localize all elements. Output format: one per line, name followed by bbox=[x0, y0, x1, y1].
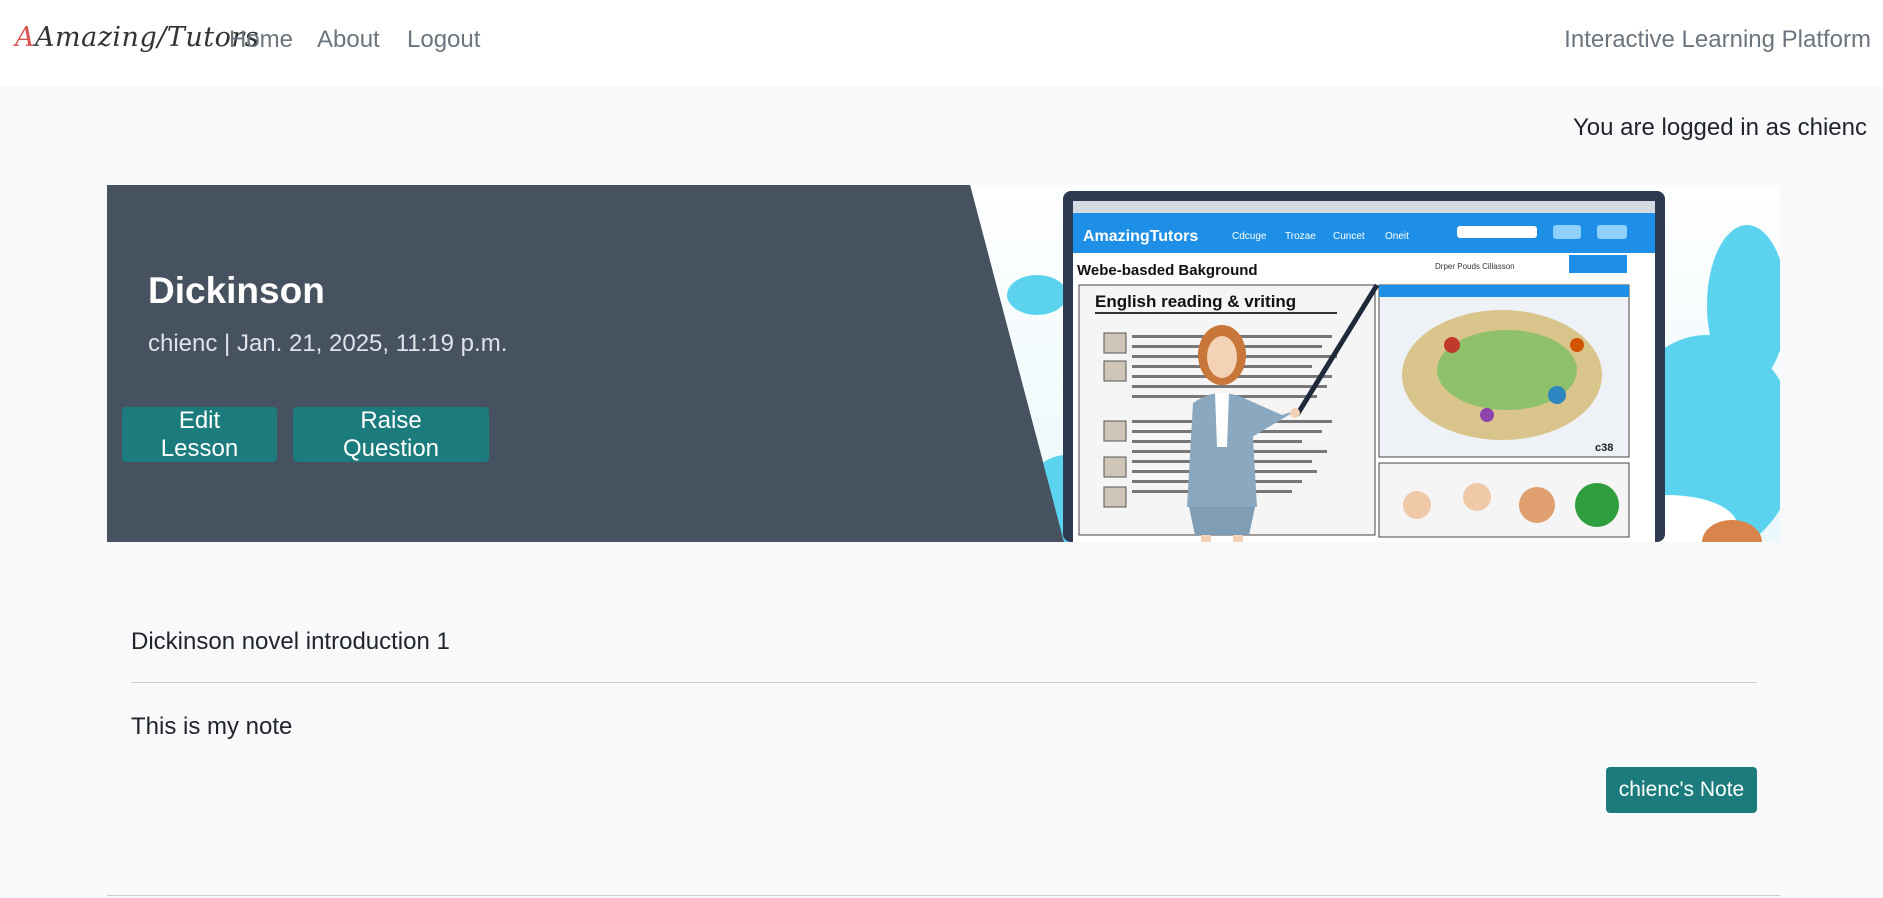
hero-image-site-name: AmazingTutors bbox=[1083, 228, 1198, 245]
hero-image-page-heading: Webe-basded Bakground bbox=[1077, 262, 1258, 279]
content-divider bbox=[131, 682, 1757, 683]
hero-image-nav-4: Oneit bbox=[1385, 231, 1409, 242]
hero-image-map-label: c38 bbox=[1595, 442, 1613, 454]
lesson-meta: chienc | Jan. 21, 2025, 11:19 p.m. bbox=[148, 330, 508, 357]
hero-image-card-heading: English reading & vriting bbox=[1095, 292, 1296, 311]
brand-left: Amazing bbox=[35, 22, 158, 53]
raise-question-button[interactable]: Raise Question bbox=[293, 407, 489, 462]
bottom-divider bbox=[107, 895, 1780, 896]
nav-logout-link[interactable]: Logout bbox=[407, 26, 480, 54]
lesson-hero: AmazingTutors Cdcuge Trozae Cuncet Oneit… bbox=[107, 185, 1780, 542]
brand-separator: / bbox=[157, 22, 167, 53]
brand-accent-letter: A bbox=[15, 22, 35, 53]
platform-tagline: Interactive Learning Platform bbox=[1564, 26, 1871, 53]
navbar: AAmazing/Tutors Home About Logout Intera… bbox=[0, 0, 1883, 86]
lesson-description: Dickinson novel introduction 1 bbox=[131, 628, 450, 655]
hero-image-nav-3: Cuncet bbox=[1333, 231, 1365, 242]
user-note-button[interactable]: chienc's Note bbox=[1606, 767, 1757, 813]
hero-image-side-label: Drper Pouds Cillasson bbox=[1435, 262, 1515, 271]
hero-image-nav-1: Cdcuge bbox=[1232, 231, 1267, 242]
hero-image-nav-2: Trozae bbox=[1285, 231, 1316, 242]
nav-about-link[interactable]: About bbox=[317, 26, 380, 54]
nav-home-link[interactable]: Home bbox=[229, 26, 293, 54]
edit-lesson-button[interactable]: Edit Lesson bbox=[122, 407, 277, 462]
brand-logo[interactable]: AAmazing/Tutors bbox=[15, 22, 259, 53]
lesson-note: This is my note bbox=[131, 713, 293, 740]
lesson-title: Dickinson bbox=[148, 270, 325, 311]
hero-illustration: AmazingTutors Cdcuge Trozae Cuncet Oneit… bbox=[107, 185, 1780, 542]
login-status: You are logged in as chienc bbox=[1573, 114, 1867, 141]
